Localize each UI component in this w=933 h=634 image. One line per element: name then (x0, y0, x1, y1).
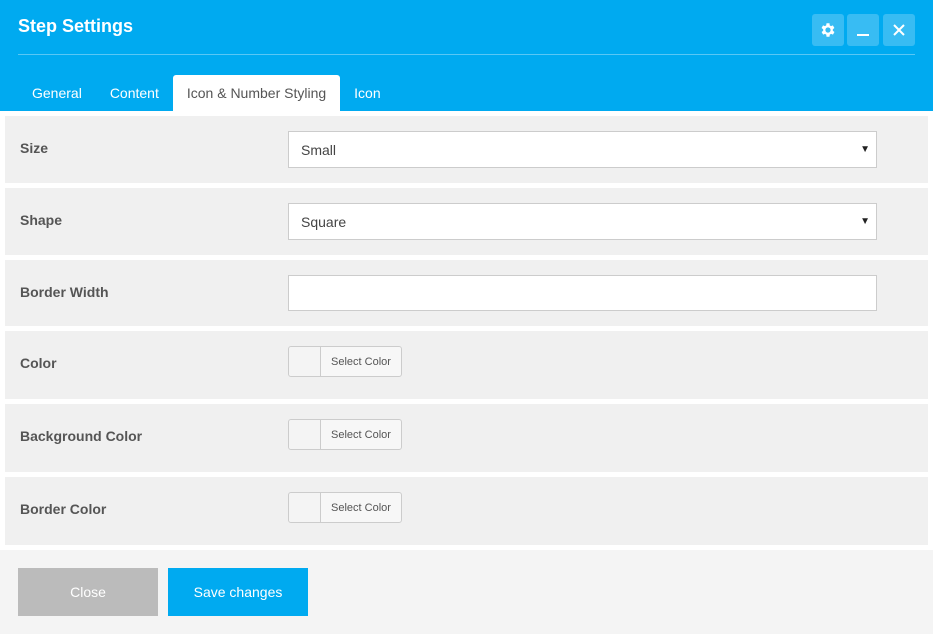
select-color-label: Select Color (331, 355, 391, 368)
color-row: Color Select Color (5, 331, 928, 399)
border-width-input[interactable] (288, 275, 877, 311)
size-select-value: Small (301, 141, 337, 158)
tab-general[interactable]: General (18, 75, 96, 111)
border-color-row: Border Color Select Color (5, 477, 928, 545)
select-color-label: Select Color (331, 428, 391, 441)
dialog-title: Step Settings (18, 16, 134, 36)
settings-form: Size Small ▼ Shape Square ▼ Border Width… (0, 111, 933, 550)
shape-row: Shape Square ▼ (5, 188, 928, 255)
color-swatch (289, 347, 321, 376)
minimize-button[interactable] (847, 14, 879, 46)
header-divider (18, 54, 915, 55)
size-row: Size Small ▼ (5, 116, 928, 183)
tab-bar: General Content Icon & Number Styling Ic… (18, 75, 395, 111)
size-select[interactable]: Small ▼ (288, 131, 877, 168)
close-icon (892, 23, 906, 37)
minimize-icon (856, 23, 870, 37)
size-label: Size (20, 140, 49, 156)
select-color-label: Select Color (331, 501, 391, 514)
background-color-label: Background Color (20, 428, 143, 444)
background-color-row: Background Color Select Color (5, 404, 928, 472)
caret-down-icon: ▼ (860, 216, 870, 227)
color-label: Color (20, 355, 57, 371)
settings-button[interactable] (812, 14, 844, 46)
gear-icon (819, 21, 837, 39)
background-color-swatch (289, 420, 321, 449)
border-width-label: Border Width (20, 284, 109, 300)
border-color-swatch (289, 493, 321, 522)
background-color-picker-button[interactable]: Select Color (288, 419, 402, 450)
tab-content[interactable]: Content (96, 75, 173, 111)
caret-down-icon: ▼ (860, 144, 870, 155)
shape-label: Shape (20, 212, 63, 228)
close-dialog-button[interactable] (883, 14, 915, 46)
tab-icon[interactable]: Icon (340, 75, 394, 111)
dialog-header: Step Settings General Content Icon & Num… (0, 0, 933, 111)
border-color-label: Border Color (20, 501, 107, 517)
dialog-footer: Close Save changes (0, 550, 933, 634)
save-changes-button[interactable]: Save changes (168, 568, 308, 616)
shape-select[interactable]: Square ▼ (288, 203, 877, 240)
close-button[interactable]: Close (18, 568, 158, 616)
shape-select-value: Square (301, 213, 347, 230)
tab-icon-number-styling[interactable]: Icon & Number Styling (172, 75, 341, 111)
border-color-picker-button[interactable]: Select Color (288, 492, 402, 523)
color-picker-button[interactable]: Select Color (288, 346, 402, 377)
border-width-row: Border Width (5, 260, 928, 326)
